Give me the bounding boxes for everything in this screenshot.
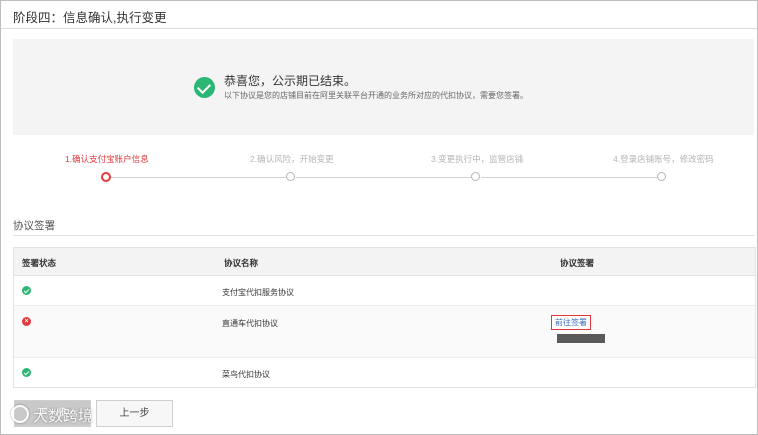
go-sign-button[interactable]: 前往签署 (551, 315, 591, 330)
page-header: 阶段四：信息确认,执行变更 (1, 1, 757, 28)
table-header: 签署状态 协议名称 协议签署 (14, 248, 755, 276)
step-1-label: 1.确认支付宝账户信息 (65, 154, 149, 164)
watermark: 大数跨境 (11, 405, 93, 426)
step-2-dot (286, 172, 295, 181)
watermark-text: 大数跨境 (33, 408, 94, 425)
step-2-label: 2.确认风险，开始变更 (250, 154, 334, 164)
step-3-label: 3.变更执行中，监管店铺 (431, 154, 524, 164)
redacted-block (557, 334, 605, 343)
page-title: 阶段四：信息确认,执行变更 (13, 11, 167, 25)
progress-steps: 1.确认支付宝账户信息 2.确认风险，开始变更 3.变更执行中，监管店铺 4.登… (1, 153, 758, 193)
agreement-name: 直通车代扣协议 (222, 319, 278, 328)
notice-heading: 恭喜您，公示期已结束。 (224, 74, 357, 88)
header-divider (1, 28, 757, 29)
notice-subtext: 以下协议是您的店铺目前在阿里关联平台开通的业务所对应的代扣协议，需要您签署。 (224, 91, 528, 100)
signed-check-icon (22, 286, 31, 295)
section-title: 协议签署 (13, 220, 55, 232)
table-row: × 直通车代扣协议 前往签署 (14, 306, 755, 358)
prev-step-button[interactable]: 上一步 (96, 400, 173, 427)
agreement-table: 签署状态 协议名称 协议签署 支付宝代扣服务协议 × 直通车代扣协议 前往签署 … (13, 247, 756, 388)
step-4-dot (657, 172, 666, 181)
column-header-name: 协议名称 (224, 258, 259, 268)
column-header-status: 签署状态 (22, 258, 57, 268)
step-1-dot (101, 172, 111, 182)
page-frame: 阶段四：信息确认,执行变更 恭喜您，公示期已结束。 以下协议是您的店铺目前在阿里… (0, 0, 758, 435)
step-3-dot (471, 172, 480, 181)
agreement-name: 菜鸟代扣协议 (222, 370, 270, 379)
signed-check-icon (22, 368, 31, 377)
step-4-label: 4.登录店铺账号，修改密码 (613, 154, 714, 164)
table-row: 菜鸟代扣协议 (14, 358, 755, 387)
column-header-sign: 协议签署 (560, 258, 595, 268)
step-connector-3 (481, 177, 657, 178)
unsigned-x-icon: × (22, 317, 31, 326)
notice-panel: 恭喜您，公示期已结束。 以下协议是您的店铺目前在阿里关联平台开通的业务所对应的代… (13, 39, 754, 135)
step-connector-1 (111, 177, 286, 178)
section-divider (13, 235, 754, 236)
step-connector-2 (296, 177, 471, 178)
watermark-logo-icon (11, 405, 29, 423)
check-circle-icon (194, 77, 215, 98)
table-row: 支付宝代扣服务协议 (14, 276, 755, 306)
agreement-name: 支付宝代扣服务协议 (222, 288, 294, 297)
